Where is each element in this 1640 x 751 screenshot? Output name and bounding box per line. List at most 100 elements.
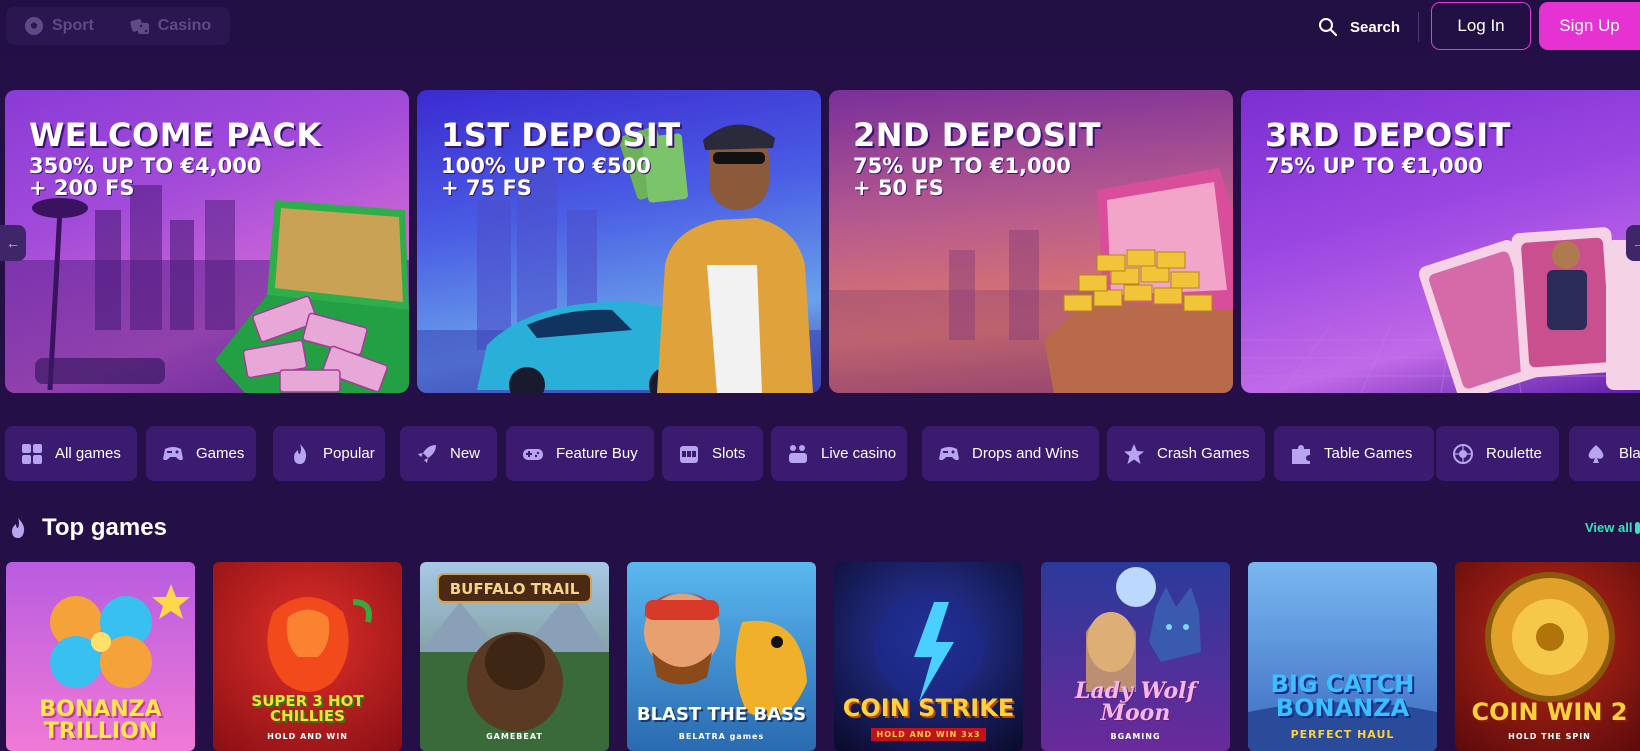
category-live-casino[interactable]: Live casino — [771, 426, 907, 481]
controller-icon — [523, 448, 543, 460]
game-tile[interactable]: Lady Wolf Moon BGAMING — [1041, 562, 1230, 751]
search-label: Search — [1350, 18, 1401, 36]
category-slots[interactable]: Slots — [662, 426, 763, 481]
arrow-right-icon: → — [1632, 235, 1640, 251]
game-subtitle: HOLD THE SPIN — [1508, 732, 1591, 741]
game-title: BONANZA TRILLION — [39, 697, 162, 744]
star-icon — [1124, 443, 1144, 464]
category-blackjack[interactable]: Bla — [1569, 426, 1640, 481]
banner-offer: 75% UP TO €1,000 — [1265, 154, 1483, 178]
spade-icon — [1588, 444, 1604, 463]
category-label: Roulette — [1486, 445, 1542, 462]
game-title: SUPER 3 HOT CHILLIES — [251, 692, 364, 725]
carousel-prev-button[interactable]: ← — [0, 225, 26, 261]
banner-offer: 350% UP TO €4,000 — [29, 154, 262, 178]
game-tile[interactable]: BONANZA TRILLION — [6, 562, 195, 751]
category-all-games[interactable]: All games — [5, 426, 137, 481]
carousel-next-button[interactable]: → — [1626, 225, 1640, 261]
category-popular[interactable]: Popular — [273, 426, 385, 481]
game-tile[interactable]: BIG CATCH BONANZA PERFECT HAUL — [1248, 562, 1437, 751]
login-button[interactable]: Log In — [1431, 2, 1531, 50]
flame-icon — [12, 518, 25, 538]
category-roulette[interactable]: Roulette — [1436, 426, 1559, 481]
view-all-arrow-icon — [1635, 522, 1640, 534]
category-drops-and-wins[interactable]: Drops and Wins — [922, 426, 1099, 481]
category-table-games[interactable]: Table Games — [1274, 426, 1434, 481]
mode-casino-label: Casino — [157, 17, 212, 34]
category-new[interactable]: New — [400, 426, 497, 481]
banner-offer: 75% UP TO €1,000 — [853, 154, 1071, 178]
banner-freespins: + 75 FS — [441, 176, 532, 200]
mode-casino[interactable]: Casino — [112, 7, 229, 45]
game-title: COIN WIN 2 — [1471, 698, 1628, 726]
category-games[interactable]: Games — [146, 426, 256, 481]
banner-offer: 100% UP TO €500 — [441, 154, 651, 178]
puzzle-icon — [1292, 444, 1310, 464]
mode-switch: Sport Casino — [6, 7, 230, 45]
game-title: Lady Wolf Moon — [1075, 678, 1196, 726]
game-title: COIN STRIKE — [842, 694, 1015, 722]
game-subtitle: HOLD AND WIN 3x3 — [870, 728, 987, 741]
live-dealer-icon — [789, 444, 807, 463]
section-title: Top games — [42, 514, 167, 541]
category-bar: All games Games Popular New Feature Buy — [0, 426, 1640, 481]
promo-carousel: WELCOME PACK 350% UP TO €4,000 + 200 FS … — [0, 90, 1640, 393]
category-crash-games[interactable]: Crash Games — [1107, 426, 1265, 481]
signup-button[interactable]: Sign Up — [1539, 2, 1640, 50]
lightning-art — [874, 592, 984, 702]
top-games-row: BONANZA TRILLION SUPER 3 HOT CHILLIES HO… — [0, 562, 1640, 751]
mode-sport[interactable]: Sport — [6, 7, 112, 45]
promo-banner-third-deposit[interactable]: 3RD DEPOSIT 75% UP TO €1,000 — [1241, 90, 1640, 393]
category-label: New — [450, 445, 481, 462]
promo-banner-second-deposit[interactable]: 2ND DEPOSIT 75% UP TO €1,000 + 50 FS — [829, 90, 1233, 393]
game-tile[interactable]: BUFFALO TRAIL GAMEBEAT — [420, 562, 609, 751]
game-title: BUFFALO TRAIL — [449, 580, 580, 598]
game-subtitle: BGAMING — [1110, 732, 1161, 741]
game-tile[interactable]: COIN STRIKE HOLD AND WIN 3x3 — [834, 562, 1023, 751]
category-label: Games — [196, 445, 245, 462]
promo-banner-first-deposit[interactable]: 1ST DEPOSIT 100% UP TO €500 + 75 FS — [417, 90, 821, 393]
game-title: BLAST THE BASS — [636, 704, 807, 725]
game-tile[interactable]: SUPER 3 HOT CHILLIES HOLD AND WIN — [213, 562, 402, 751]
banner-title: 2ND DEPOSIT — [853, 116, 1102, 154]
header-divider — [1418, 12, 1419, 42]
banner-freespins: + 50 FS — [853, 176, 944, 200]
category-label: Slots — [712, 445, 746, 462]
category-label: Drops and Wins — [972, 445, 1079, 462]
top-games-heading: Top games — [8, 514, 167, 542]
game-subtitle: BELATRA games — [678, 732, 765, 741]
roulette-icon — [1453, 443, 1473, 464]
category-label: All games — [55, 445, 121, 462]
search-icon — [1319, 18, 1338, 37]
arrow-left-icon: ← — [6, 235, 20, 251]
category-label: Crash Games — [1157, 445, 1250, 462]
category-label: Feature Buy — [556, 445, 638, 462]
grid-icon — [22, 443, 42, 464]
rocket-icon — [418, 444, 436, 463]
banner-title: 3RD DEPOSIT — [1265, 116, 1511, 154]
soccer-ball-icon — [25, 17, 43, 35]
mode-sport-label: Sport — [52, 17, 94, 34]
gamepad-icon — [163, 446, 183, 460]
banner-freespins: + 200 FS — [29, 176, 135, 200]
promo-banner-welcome[interactable]: WELCOME PACK 350% UP TO €4,000 + 200 FS — [5, 90, 409, 393]
category-feature-buy[interactable]: Feature Buy — [506, 426, 654, 481]
view-all-link[interactable]: View all — [1585, 520, 1632, 535]
dice-icon — [130, 19, 149, 34]
game-subtitle: GAMEBEAT — [486, 732, 543, 741]
game-subtitle: PERFECT HAUL — [1290, 728, 1395, 741]
game-tile[interactable]: COIN WIN 2 HOLD THE SPIN — [1455, 562, 1640, 751]
drops-icon — [939, 446, 959, 460]
flame-icon — [294, 443, 307, 464]
category-label: Bla — [1619, 445, 1640, 462]
game-tile[interactable]: BLAST THE BASS BELATRA games — [627, 562, 816, 751]
game-subtitle: HOLD AND WIN — [267, 732, 348, 741]
slot-machine-icon — [680, 445, 698, 463]
game-title: BIG CATCH BONANZA — [1270, 670, 1415, 722]
top-header: Sport Casino Search Log In Sign Up — [0, 0, 1640, 54]
category-label: Popular — [323, 445, 375, 462]
category-label: Table Games — [1324, 445, 1413, 462]
big-catch-art — [1248, 702, 1437, 751]
banner-title: WELCOME PACK — [29, 116, 322, 154]
search-button[interactable]: Search — [1318, 12, 1400, 42]
